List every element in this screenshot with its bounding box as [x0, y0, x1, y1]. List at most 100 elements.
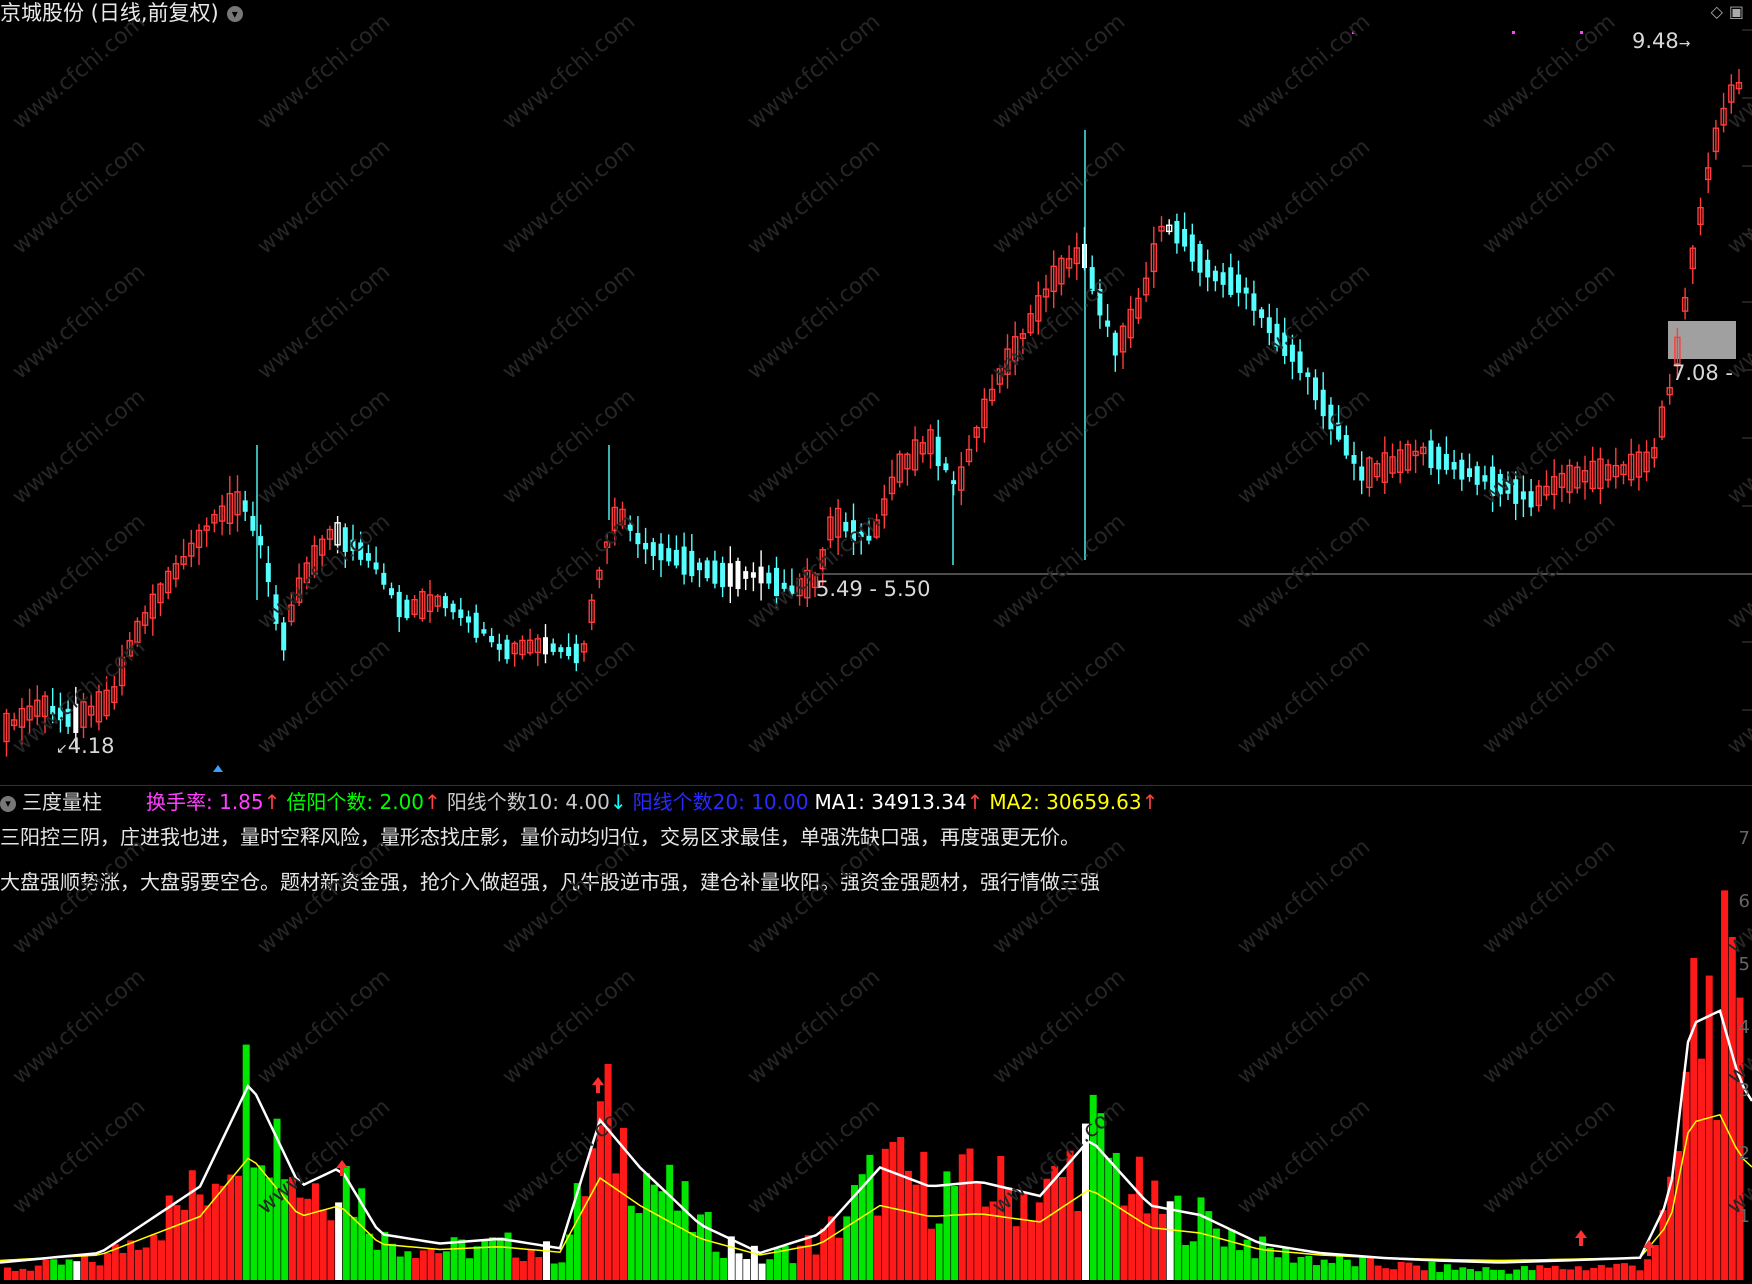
watermark-text: www.cfchi.com	[1233, 134, 1375, 259]
volume-bar	[327, 1220, 335, 1280]
volume-bar	[242, 1044, 250, 1280]
volume-bar	[1567, 1269, 1575, 1280]
watermark-text: www.cfchi.com	[988, 134, 1130, 259]
volume-bar	[1058, 1176, 1066, 1280]
candle-body	[750, 572, 756, 578]
price-box	[1668, 321, 1736, 359]
volume-bar	[458, 1239, 466, 1280]
volume-bar	[766, 1259, 774, 1280]
volume-bar	[404, 1251, 412, 1280]
candle-body	[935, 436, 941, 467]
diamond-icon[interactable]: ◇	[1711, 2, 1729, 21]
volume-bar	[1474, 1271, 1482, 1280]
volume-bar	[1351, 1266, 1359, 1280]
candle-body	[735, 560, 741, 590]
volume-bar	[4, 1267, 11, 1280]
candle-body	[1105, 320, 1111, 327]
volume-panel[interactable]: www.cfchi.com www.cfchi.com www.cfchi.com w…	[0, 785, 1752, 1280]
volume-bar	[1343, 1259, 1351, 1280]
volume-bar	[566, 1234, 574, 1280]
candle-body	[442, 596, 448, 609]
watermark-text: www.cfchi.com	[1723, 134, 1752, 259]
volume-bar	[11, 1270, 19, 1280]
volume-bar	[1597, 1265, 1605, 1280]
watermark-text: www.cfchi.com	[988, 9, 1130, 134]
candle-body	[573, 643, 579, 664]
volume-bar	[1266, 1247, 1274, 1280]
arrow-up-icon	[592, 1077, 604, 1093]
watermark-text: www.cfchi.com	[8, 1094, 150, 1219]
volume-bar	[1713, 1120, 1721, 1280]
volume-bar	[1066, 1150, 1074, 1280]
candle-body	[666, 548, 672, 562]
volume-bar	[1413, 1265, 1421, 1280]
scale-label: 6	[1738, 891, 1750, 912]
candle-body	[1197, 243, 1203, 273]
volume-bar	[42, 1259, 50, 1280]
candle-body	[1243, 287, 1249, 294]
candle-body	[1428, 440, 1434, 469]
volume-bar	[1166, 1201, 1174, 1280]
volume-bar	[735, 1253, 743, 1280]
volume-bar	[319, 1209, 327, 1280]
volume-bar	[527, 1249, 535, 1280]
scale-label: 5	[1738, 954, 1750, 975]
volume-bar	[1551, 1265, 1559, 1280]
watermark-text: www.cfchi.com	[8, 834, 150, 959]
scale-label: 1	[1738, 1206, 1750, 1227]
volume-bar	[442, 1251, 450, 1280]
volume-bar-chart[interactable]: www.cfchi.com www.cfchi.com www.cfchi.com w…	[0, 785, 1752, 1280]
volume-bar	[81, 1254, 88, 1280]
volume-bar	[897, 1137, 905, 1280]
volume-bar	[1582, 1270, 1590, 1280]
watermark-text: www.cfchi.com	[1723, 9, 1752, 134]
price-chart-panel[interactable]: www.cfchi.com www.cfchi.com www.cfchi.com w…	[0, 0, 1752, 785]
candle-body	[681, 546, 687, 575]
candle-body	[1313, 377, 1318, 401]
volume-bar	[419, 1250, 427, 1280]
volume-bar	[727, 1236, 735, 1280]
candle-body	[1259, 309, 1265, 318]
high-price-label: 9.48→	[1632, 29, 1691, 53]
candle-body	[558, 647, 564, 652]
volume-bar	[712, 1251, 720, 1280]
volume-bar	[1382, 1268, 1390, 1280]
candlestick-chart[interactable]: www.cfchi.com www.cfchi.com www.cfchi.com w…	[0, 0, 1752, 785]
volume-bar	[789, 1263, 797, 1280]
volume-bar	[104, 1253, 112, 1280]
restore-icon[interactable]: ▣	[1729, 2, 1750, 21]
signal-dot	[1512, 31, 1515, 34]
volume-bar	[943, 1171, 951, 1280]
candle-body	[481, 629, 487, 634]
volume-bar	[519, 1260, 527, 1280]
volume-bar	[1251, 1258, 1259, 1280]
volume-bar	[558, 1262, 566, 1280]
candle-body	[373, 562, 379, 570]
volume-bar	[204, 1205, 212, 1280]
volume-bar	[1659, 1210, 1667, 1280]
volume-bar	[1574, 1266, 1582, 1280]
volume-bar	[550, 1263, 558, 1280]
gear-icon[interactable]: ▾	[226, 6, 243, 22]
volume-bar	[1721, 890, 1729, 1280]
watermark-text: www.cfchi.com	[253, 9, 395, 134]
volume-bar	[704, 1212, 712, 1280]
candle-body	[1482, 475, 1488, 482]
volume-bar	[1420, 1270, 1428, 1280]
watermark-text: www.cfchi.com	[1723, 634, 1752, 759]
watermark-text: www.cfchi.com	[253, 634, 395, 759]
watermark-text: www.cfchi.com	[988, 964, 1130, 1089]
candle-body	[1297, 351, 1303, 373]
volume-bar	[466, 1258, 473, 1280]
volume-bar	[396, 1256, 404, 1280]
volume-bar	[227, 1174, 235, 1280]
volume-bar	[1320, 1259, 1328, 1280]
candle-body	[389, 588, 394, 596]
watermark-text: www.cfchi.com	[253, 134, 395, 259]
volume-bar	[1035, 1202, 1043, 1280]
candle-body	[1305, 372, 1311, 377]
watermark-text: www.cfchi.com	[1478, 9, 1620, 134]
candle-body	[489, 635, 495, 643]
candle-body	[458, 609, 464, 618]
candle-body	[1343, 435, 1349, 456]
